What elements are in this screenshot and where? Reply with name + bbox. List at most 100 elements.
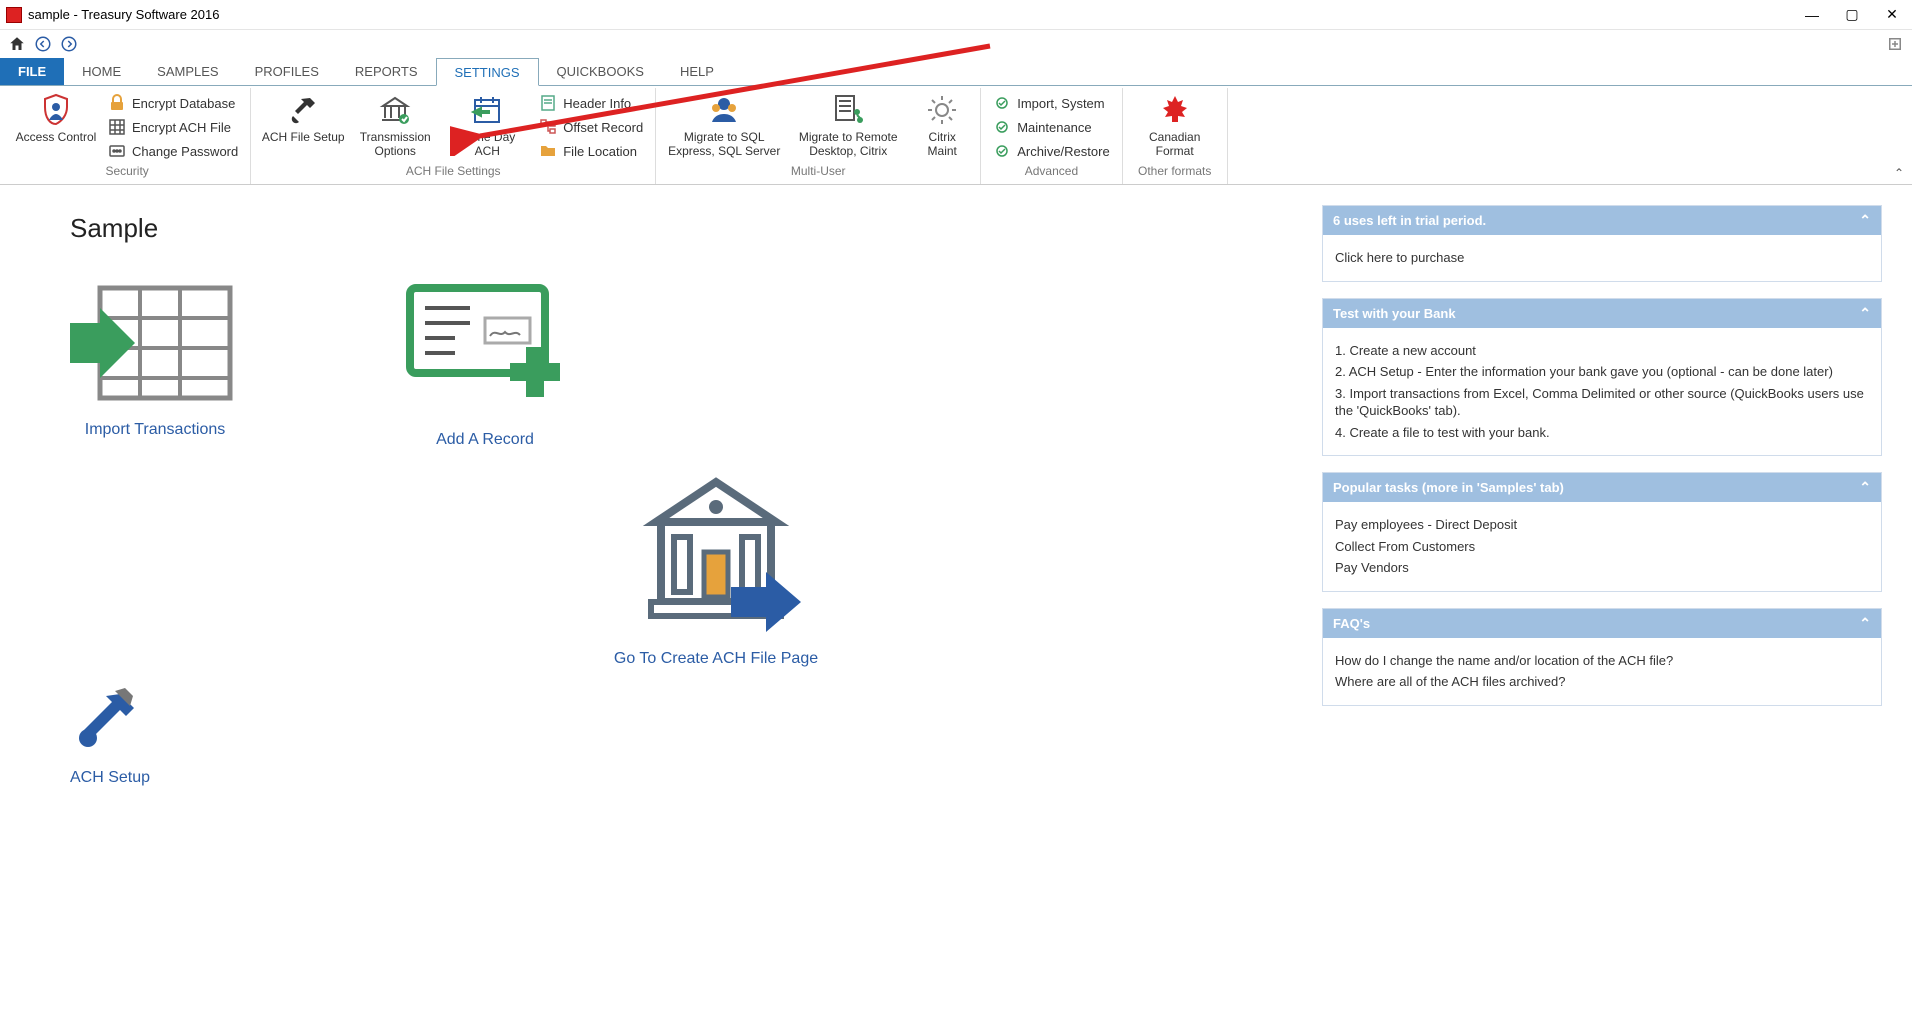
transmission-options-label: Transmission Options	[353, 130, 437, 159]
test-bank-panel-title: Test with your Bank	[1333, 306, 1456, 321]
ribbon-collapse-button[interactable]: ⌃	[1894, 166, 1904, 180]
maintenance-button[interactable]: Maintenance	[989, 116, 1113, 138]
citrix-maint-button[interactable]: Citrix Maint	[912, 90, 972, 161]
tab-settings[interactable]: SETTINGS	[436, 58, 539, 86]
archive-restore-label: Archive/Restore	[1017, 144, 1109, 159]
security-group-label: Security	[12, 162, 242, 182]
key-icon	[108, 142, 126, 160]
create-ach-file-tile[interactable]: Go To Create ACH File Page	[150, 467, 1282, 668]
test-bank-panel-header[interactable]: Test with your Bank ⌃	[1323, 299, 1881, 328]
tools-icon	[70, 686, 150, 759]
tab-quickbooks[interactable]: QUICKBOOKS	[539, 58, 662, 85]
app-icon	[6, 7, 22, 23]
popular-task-pay-vendors[interactable]: Pay Vendors	[1335, 559, 1869, 577]
window-title: sample - Treasury Software 2016	[28, 7, 219, 22]
quick-toolbar	[0, 30, 1912, 58]
import-transactions-tile[interactable]: Import Transactions	[70, 268, 240, 449]
close-button[interactable]: ✕	[1884, 7, 1900, 23]
import-icon	[70, 268, 240, 411]
gear-check-icon	[993, 118, 1011, 136]
maple-leaf-icon	[1157, 92, 1193, 128]
file-location-button[interactable]: File Location	[535, 140, 647, 162]
header-info-label: Header Info	[563, 96, 631, 111]
tab-help[interactable]: HELP	[662, 58, 732, 85]
forward-button[interactable]	[58, 33, 80, 55]
home-icon[interactable]	[6, 33, 28, 55]
ribbon: Access Control Encrypt Database Encrypt …	[0, 86, 1912, 185]
lock-icon	[108, 94, 126, 112]
bank-arrow-icon	[616, 467, 816, 640]
citrix-maint-label: Citrix Maint	[914, 130, 970, 159]
purchase-link[interactable]: Click here to purchase	[1335, 249, 1869, 267]
canadian-format-button[interactable]: Canadian Format	[1131, 90, 1219, 161]
archive-restore-button[interactable]: Archive/Restore	[989, 140, 1113, 162]
tab-samples[interactable]: SAMPLES	[139, 58, 236, 85]
offset-record-label: Offset Record	[563, 120, 643, 135]
trial-panel-title: 6 uses left in trial period.	[1333, 213, 1486, 228]
migrate-remote-button[interactable]: Migrate to Remote Desktop, Citrix	[788, 90, 908, 161]
gear-check-icon	[993, 142, 1011, 160]
faq-panel-header[interactable]: FAQ's ⌃	[1323, 609, 1881, 638]
tree-icon	[539, 118, 557, 136]
tab-reports[interactable]: REPORTS	[337, 58, 436, 85]
ribbon-group-security: Access Control Encrypt Database Encrypt …	[4, 88, 251, 184]
change-password-button[interactable]: Change Password	[104, 140, 242, 162]
offset-record-button[interactable]: Offset Record	[535, 116, 647, 138]
add-a-record-tile[interactable]: Add A Record	[400, 268, 570, 449]
check-plus-icon	[400, 268, 570, 421]
tab-home[interactable]: HOME	[64, 58, 139, 85]
advanced-group-label: Advanced	[989, 162, 1113, 182]
popular-task-direct-deposit[interactable]: Pay employees - Direct Deposit	[1335, 516, 1869, 534]
header-info-button[interactable]: Header Info	[535, 92, 647, 114]
faq-item-2[interactable]: Where are all of the ACH files archived?	[1335, 673, 1869, 691]
encrypt-database-button[interactable]: Encrypt Database	[104, 92, 242, 114]
faq-panel: FAQ's ⌃ How do I change the name and/or …	[1322, 608, 1882, 706]
faq-panel-title: FAQ's	[1333, 616, 1370, 631]
gear-icon	[924, 92, 960, 128]
maintenance-label: Maintenance	[1017, 120, 1091, 135]
ribbon-tabs: FILE HOME SAMPLES PROFILES REPORTS SETTI…	[0, 58, 1912, 86]
encrypt-database-label: Encrypt Database	[132, 96, 235, 111]
maximize-button[interactable]: ▢	[1844, 7, 1860, 23]
encrypt-ach-file-button[interactable]: Encrypt ACH File	[104, 116, 242, 138]
back-button[interactable]	[32, 33, 54, 55]
ribbon-group-ach-file-settings: ACH File Setup Transmission Options Same…	[251, 88, 656, 184]
popular-tasks-panel: Popular tasks (more in 'Samples' tab) ⌃ …	[1322, 472, 1882, 592]
ribbon-group-advanced: Import, System Maintenance Archive/Resto…	[981, 88, 1122, 184]
import-system-button[interactable]: Import, System	[989, 92, 1113, 114]
minimize-button[interactable]: —	[1804, 7, 1820, 23]
trial-panel-header[interactable]: 6 uses left in trial period. ⌃	[1323, 206, 1881, 235]
expand-icon[interactable]	[1884, 33, 1906, 55]
ach-file-setup-button[interactable]: ACH File Setup	[259, 90, 347, 146]
import-system-label: Import, System	[1017, 96, 1104, 111]
faq-item-1[interactable]: How do I change the name and/or location…	[1335, 652, 1869, 670]
shield-user-icon	[38, 92, 74, 128]
access-control-label: Access Control	[16, 130, 97, 144]
title-bar: sample - Treasury Software 2016 — ▢ ✕	[0, 0, 1912, 30]
other-formats-group-label: Other formats	[1131, 162, 1219, 182]
same-day-ach-button[interactable]: Same Day ACH	[443, 90, 531, 161]
encrypt-ach-file-label: Encrypt ACH File	[132, 120, 231, 135]
multi-user-group-label: Multi-User	[664, 162, 972, 182]
transmission-options-button[interactable]: Transmission Options	[351, 90, 439, 161]
create-ach-file-label: Go To Create ACH File Page	[614, 650, 818, 668]
tab-file[interactable]: FILE	[0, 58, 64, 85]
import-transactions-label: Import Transactions	[85, 421, 226, 439]
bank-icon	[377, 92, 413, 128]
popular-task-collect[interactable]: Collect From Customers	[1335, 538, 1869, 556]
access-control-button[interactable]: Access Control	[12, 90, 100, 146]
ach-setup-label: ACH Setup	[70, 769, 150, 787]
ach-setup-tile[interactable]: ACH Setup	[70, 686, 1282, 787]
tab-profiles[interactable]: PROFILES	[237, 58, 337, 85]
grid-icon	[108, 118, 126, 136]
ribbon-group-other-formats: Canadian Format Other formats	[1123, 88, 1228, 184]
side-panels: 6 uses left in trial period. ⌃ Click her…	[1322, 205, 1882, 787]
popular-tasks-panel-title: Popular tasks (more in 'Samples' tab)	[1333, 480, 1564, 495]
popular-tasks-panel-header[interactable]: Popular tasks (more in 'Samples' tab) ⌃	[1323, 473, 1881, 502]
migrate-sql-button[interactable]: Migrate to SQL Express, SQL Server	[664, 90, 784, 161]
same-day-ach-label: Same Day ACH	[445, 130, 529, 159]
change-password-label: Change Password	[132, 144, 238, 159]
test-bank-panel: Test with your Bank ⌃ 1. Create a new ac…	[1322, 298, 1882, 457]
test-step-1: 1. Create a new account	[1335, 342, 1869, 360]
users-icon	[706, 92, 742, 128]
